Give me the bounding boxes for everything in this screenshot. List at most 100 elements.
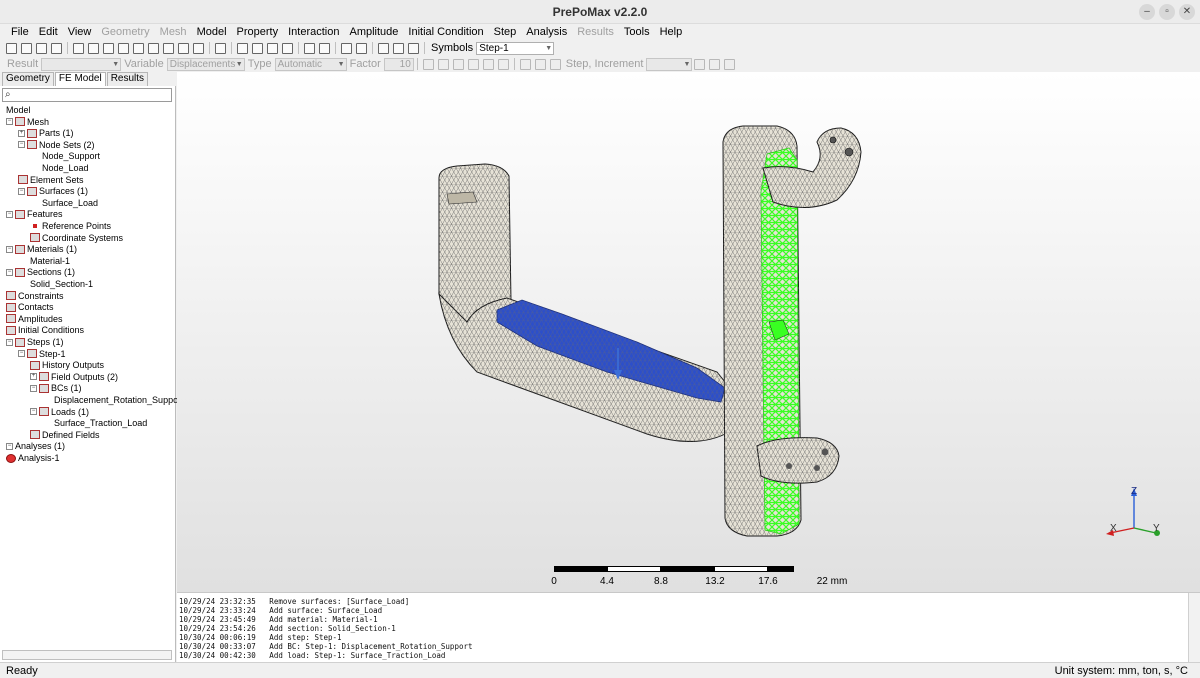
menu-results[interactable]: Results [572, 26, 619, 38]
results-contour-icon[interactable] [482, 58, 494, 70]
tree-node[interactable]: − Steps (1) [6, 336, 64, 348]
unpin-icon[interactable] [356, 42, 367, 54]
open-file-icon[interactable] [21, 42, 32, 54]
view-left-icon[interactable] [148, 42, 159, 54]
horizontal-scrollbar[interactable] [2, 650, 172, 660]
tree-node[interactable]: Constraints [6, 290, 64, 302]
tree-node[interactable]: Material-1 [30, 255, 70, 267]
result-select[interactable]: ▼ [41, 57, 122, 71]
menu-tools[interactable]: Tools [619, 26, 655, 38]
view-bottom-icon[interactable] [133, 42, 144, 54]
new-file-icon[interactable] [6, 42, 17, 54]
close-button[interactable]: ✕ [1179, 4, 1195, 20]
tree-node[interactable]: − Features [6, 208, 63, 220]
menu-view[interactable]: View [63, 26, 97, 38]
view-iso-icon[interactable] [178, 42, 189, 54]
last-increment-icon[interactable] [709, 58, 721, 70]
tree-node[interactable]: Solid_Section-1 [30, 278, 93, 290]
step-increment-select[interactable]: ▼ [646, 57, 693, 71]
tree-node[interactable]: + Field Outputs (2) [30, 371, 118, 383]
menu-interaction[interactable]: Interaction [283, 26, 344, 38]
tree-node[interactable]: Element Sets [18, 174, 84, 186]
menu-mesh[interactable]: Mesh [155, 26, 192, 38]
play-icon[interactable] [724, 58, 736, 70]
import-icon[interactable] [36, 42, 47, 54]
zoom-icon[interactable] [73, 42, 84, 54]
menu-initial-condition[interactable]: Initial Condition [403, 26, 488, 38]
explode-icon[interactable] [319, 42, 330, 54]
save-icon[interactable] [51, 42, 62, 54]
tab-geometry[interactable]: Geometry [2, 72, 54, 86]
tree-node[interactable]: Surface_Load [42, 197, 98, 209]
menu-file[interactable]: File [6, 26, 34, 38]
show-only-icon[interactable] [408, 42, 419, 54]
tree-node[interactable]: Model [6, 104, 31, 116]
3d-viewport[interactable]: Z X Y 0 4.4 8.8 13.2 17.6 22 mm [177, 72, 1200, 592]
menu-help[interactable]: Help [655, 26, 688, 38]
tree-node[interactable]: − Mesh [6, 116, 49, 128]
expand-icon[interactable]: + [30, 373, 37, 381]
tree-node[interactable]: − Materials (1) [6, 243, 77, 255]
tree-node[interactable]: Coordinate Systems [30, 232, 123, 244]
tree-node[interactable]: − Node Sets (2) [18, 139, 95, 151]
results-animate-icon[interactable] [519, 58, 531, 70]
previous-increment-icon[interactable] [549, 58, 561, 70]
tree-node[interactable]: Node_Support [42, 150, 100, 162]
variable-select[interactable]: Displacements ▼ [166, 57, 245, 71]
collapse-icon[interactable]: − [6, 245, 13, 253]
tree-node[interactable]: History Outputs [30, 359, 104, 371]
vertical-scrollbar[interactable] [1188, 593, 1200, 663]
view-right-icon[interactable] [163, 42, 174, 54]
collapse-icon[interactable]: − [6, 118, 13, 126]
cube-icon[interactable] [215, 42, 226, 54]
type-select[interactable]: Automatic ▼ [274, 57, 347, 71]
pin-icon[interactable] [341, 42, 352, 54]
show-icon[interactable] [378, 42, 389, 54]
tree-node[interactable]: − Analyses (1) [6, 440, 65, 452]
tree-node[interactable]: − Surfaces (1) [18, 185, 88, 197]
view-back-icon[interactable] [103, 42, 114, 54]
menu-property[interactable]: Property [232, 26, 284, 38]
tree-node[interactable]: − Sections (1) [6, 266, 75, 278]
menu-edit[interactable]: Edit [34, 26, 63, 38]
tree-node[interactable]: Surface_Traction_Load [54, 417, 147, 429]
tree-node[interactable]: Node_Load [42, 162, 89, 174]
collapse-icon[interactable]: − [18, 141, 25, 149]
menu-analysis[interactable]: Analysis [521, 26, 572, 38]
wireframe-icon[interactable] [237, 42, 248, 54]
section-view-icon[interactable] [282, 42, 293, 54]
tree-node[interactable]: − BCs (1) [30, 382, 82, 394]
flip-icon[interactable] [193, 42, 204, 54]
tree-node[interactable]: − Loads (1) [30, 406, 89, 418]
tree-node[interactable]: − Step-1 [18, 348, 66, 360]
collapse-icon[interactable]: − [18, 350, 25, 358]
view-top-icon[interactable] [118, 42, 129, 54]
results-query-icon[interactable] [497, 58, 509, 70]
collapse-icon[interactable]: − [30, 384, 37, 392]
collapse-icon[interactable]: − [18, 187, 25, 195]
first-increment-icon[interactable] [534, 58, 546, 70]
hide-icon[interactable] [393, 42, 404, 54]
view-front-icon[interactable] [88, 42, 99, 54]
collapse-icon[interactable]: − [6, 442, 13, 450]
tree-node[interactable]: + Parts (1) [18, 127, 74, 139]
tab-results[interactable]: Results [106, 72, 149, 86]
menu-geometry[interactable]: Geometry [96, 26, 154, 38]
collapse-icon[interactable]: − [6, 210, 13, 218]
shaded-icon[interactable] [267, 42, 278, 54]
menu-step[interactable]: Step [489, 26, 522, 38]
collapse-icon[interactable]: − [6, 268, 13, 276]
tree-node[interactable]: Reference Points [30, 220, 111, 232]
maximize-button[interactable]: ▫ [1159, 4, 1175, 20]
tree-node[interactable]: Contacts [6, 301, 54, 313]
results-deformed-icon[interactable] [452, 58, 464, 70]
expand-icon[interactable]: + [18, 129, 25, 137]
collapse-icon[interactable]: − [30, 408, 37, 416]
shaded-mesh-icon[interactable] [252, 42, 263, 54]
menu-amplitude[interactable]: Amplitude [344, 26, 403, 38]
factor-input[interactable]: 10 [383, 57, 414, 71]
tree-node[interactable]: Defined Fields [30, 429, 100, 441]
tree-node[interactable]: Amplitudes [6, 313, 63, 325]
tree-node[interactable]: Displacement_Rotation_Support [54, 394, 184, 406]
results-layout-icon[interactable] [422, 58, 434, 70]
